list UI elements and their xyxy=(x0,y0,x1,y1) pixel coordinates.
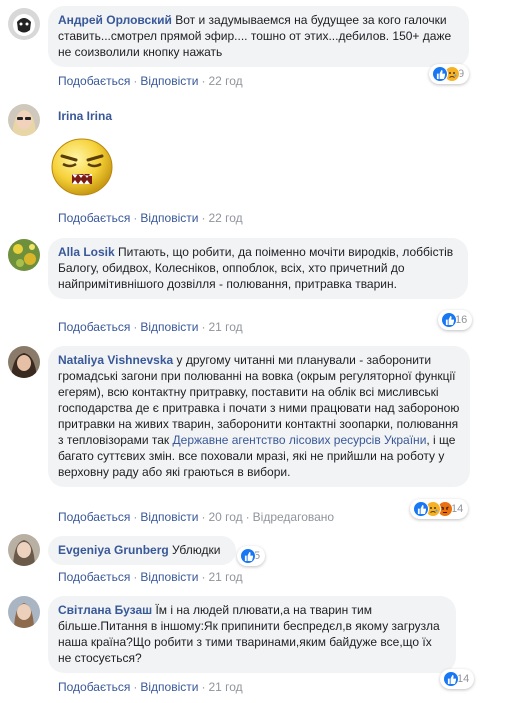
like-icon xyxy=(240,548,256,564)
comment-actions: Подобається · Відповісти · 21 год xyxy=(58,680,243,694)
like-link[interactable]: Подобається xyxy=(58,211,130,225)
comment-bubble: Evgeniya Grunberg Ублюдки xyxy=(48,536,236,565)
comment: Alla Losik Питають, що робити, да поімен… xyxy=(0,232,510,338)
comment-actions: Подобається · Відповісти · 21 год xyxy=(58,320,243,334)
yellow-face-sticker[interactable] xyxy=(50,134,114,198)
comment-author[interactable]: Андрей Орловский xyxy=(58,13,172,27)
like-link[interactable]: Подобається xyxy=(58,510,130,524)
comment-actions: Подобається · Відповісти · 22 год xyxy=(58,74,243,88)
reply-link[interactable]: Відповісти xyxy=(140,74,198,88)
reply-link[interactable]: Відповісти xyxy=(140,680,198,694)
comment: Андрей Орловский Вот и задумываемся на б… xyxy=(0,0,510,90)
comment: Світлана Бузаш Їм і на людей плювати,а н… xyxy=(0,590,510,703)
avatar[interactable] xyxy=(8,8,40,40)
comment-author[interactable]: Irina Irina xyxy=(58,108,112,124)
comment-actions: Подобається · Відповісти · 21 год xyxy=(58,570,243,584)
like-icon xyxy=(441,312,457,328)
avatar[interactable] xyxy=(8,534,40,566)
comment-time[interactable]: 22 год xyxy=(208,74,242,88)
reaction-summary[interactable]: 16 xyxy=(438,310,473,330)
comment-bubble: Nataliya Vishnevska у другому читанні ми… xyxy=(48,346,470,487)
comment-bubble: Андрей Орловский Вот и задумываемся на б… xyxy=(48,6,469,67)
comment-time[interactable]: 20 год xyxy=(208,510,242,524)
comment-actions: Подобається · Відповісти · 20 год · Відредагов… xyxy=(58,510,335,524)
comment-text: Ублюдки xyxy=(172,543,221,557)
like-icon xyxy=(443,671,459,687)
comment-text: Питають, що робити, да поіменно мочіти в… xyxy=(58,245,454,291)
comment-author[interactable]: Nataliya Vishnevska xyxy=(58,353,173,367)
like-link[interactable]: Подобається xyxy=(58,320,130,334)
comment-actions: Подобається · Відповісти · 22 год xyxy=(58,211,243,225)
comment-author[interactable]: Світлана Бузаш xyxy=(58,603,152,617)
like-link[interactable]: Подобається xyxy=(58,680,130,694)
comment-time[interactable]: 21 год xyxy=(208,680,242,694)
avatar[interactable] xyxy=(8,346,40,378)
comment-bubble: Alla Losik Питають, що робити, да поімен… xyxy=(48,238,468,299)
edited-label[interactable]: Відредаговано xyxy=(253,510,334,524)
reaction-summary[interactable]: 5 xyxy=(237,546,266,566)
like-icon xyxy=(413,501,429,517)
avatar[interactable] xyxy=(8,596,40,628)
comment: Irina Irina Подобається · Відповісти · 22 го… xyxy=(0,98,510,228)
reaction-summary[interactable]: 14 xyxy=(440,669,475,689)
reply-link[interactable]: Відповісти xyxy=(140,211,198,225)
reply-link[interactable]: Відповісти xyxy=(140,570,198,584)
comment-time[interactable]: 21 год xyxy=(208,320,242,334)
avatar[interactable] xyxy=(8,104,40,136)
like-link[interactable]: Подобається xyxy=(58,570,130,584)
comment-author[interactable]: Alla Losik xyxy=(58,245,115,259)
comment-time[interactable]: 22 год xyxy=(208,211,242,225)
page-mention-link[interactable]: Державне агентство лісових ресурсів Укра… xyxy=(173,433,427,447)
comment: Nataliya Vishnevska у другому читанні ми… xyxy=(0,340,510,530)
comment-author[interactable]: Evgeniya Grunberg xyxy=(58,543,169,557)
reply-link[interactable]: Відповісти xyxy=(140,320,198,334)
like-icon xyxy=(432,66,448,82)
reply-link[interactable]: Відповісти xyxy=(140,510,198,524)
reaction-summary[interactable]: 9 xyxy=(429,64,470,84)
reaction-summary[interactable]: 14 xyxy=(410,499,469,519)
comment-time[interactable]: 21 год xyxy=(208,570,242,584)
like-link[interactable]: Подобається xyxy=(58,74,130,88)
comment-bubble: Світлана Бузаш Їм і на людей плювати,а н… xyxy=(48,596,456,673)
comment: Evgeniya Grunberg Ублюдки Подобається · Ві… xyxy=(0,530,510,588)
avatar[interactable] xyxy=(8,239,40,271)
